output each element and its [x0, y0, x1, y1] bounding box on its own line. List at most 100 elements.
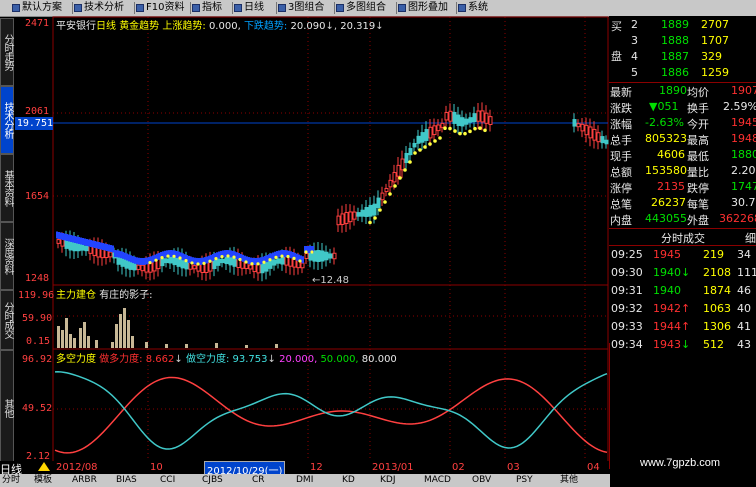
candle-body — [588, 126, 593, 139]
tab-deep-info[interactable]: 深度资料 — [0, 222, 14, 290]
tab-other[interactable]: 其他 — [0, 350, 14, 465]
triangle-up-icon[interactable] — [38, 462, 50, 471]
menu-daily[interactable]: 日线 — [232, 1, 264, 15]
trade-row: 09:32 1942 ↑ 1063 40 — [609, 301, 756, 317]
trade-row: 09:30 1940 ↓ 2108 111 — [609, 265, 756, 281]
candle-body — [444, 112, 449, 121]
tab-intraday[interactable]: 分时走势 — [0, 18, 14, 86]
tab-obv[interactable]: OBV — [472, 474, 491, 487]
menu-3-chart[interactable]: 3图组合 — [276, 1, 324, 15]
candle-body — [272, 259, 277, 266]
menu-system[interactable]: 系统 — [456, 1, 488, 15]
candle-body — [316, 250, 321, 262]
tab-tick-trades[interactable]: 分时成交 — [0, 290, 14, 350]
candle-body — [144, 263, 149, 273]
volume-bar — [95, 340, 98, 348]
period-label: 日线 — [96, 21, 116, 32]
tab-intraday-bottom[interactable]: 分时 — [2, 474, 20, 487]
tab-cci[interactable]: CCI — [160, 474, 175, 487]
chart-canvas[interactable] — [15, 16, 609, 474]
calendar-icon — [234, 4, 242, 12]
candle-body — [160, 257, 165, 267]
candle-body — [452, 111, 457, 124]
tab-cr[interactable]: CR — [252, 474, 265, 487]
trend-dot — [398, 176, 402, 180]
date-tick-label: 03 — [507, 462, 520, 473]
trend-dot — [256, 262, 260, 266]
tab-basic-info[interactable]: 基本资料 — [0, 154, 14, 222]
menu-label: 图形叠加 — [408, 2, 448, 13]
tab-label: 分时走势 — [2, 34, 13, 70]
menu-label: 3图组合 — [288, 2, 325, 13]
menu-tech-analysis[interactable]: 技术分析 — [72, 1, 124, 15]
candle-body — [476, 110, 481, 122]
tab-dmi[interactable]: DMI — [296, 474, 313, 487]
menu-label: 技术分析 — [84, 2, 124, 13]
menu-multi-chart[interactable]: 多图组合 — [334, 1, 386, 15]
bid-level: 3 — [631, 34, 638, 47]
candle-body — [372, 203, 377, 216]
indicator-sub-label: 有庄的影子: — [99, 290, 153, 301]
candle-body — [488, 116, 493, 126]
trade-volume: 2108 — [703, 266, 731, 279]
volume-bar — [73, 338, 76, 348]
current-price-badge: 19.751 — [15, 117, 53, 130]
tab-macd[interactable]: MACD — [424, 474, 451, 487]
trade-count: 41 — [737, 320, 751, 333]
trades-header: 分时成交 细 — [609, 229, 756, 245]
candle-body — [80, 244, 85, 251]
candle-body — [576, 123, 581, 128]
trade-price: 1944 — [653, 320, 681, 333]
bid-level: 2 — [631, 18, 638, 31]
trend-dot — [438, 136, 442, 140]
candle-body — [424, 129, 429, 141]
candle-body — [192, 265, 197, 270]
trend-dot — [160, 256, 164, 260]
level-20: 20.000, — [279, 354, 318, 365]
volume-bar — [127, 320, 130, 348]
main-panel-title: 平安银行日线 黄金趋势 上涨趋势: 0.000, 下跌趋势: 20.090↓, … — [56, 21, 384, 32]
trades-header-label: 分时成交 — [661, 232, 705, 245]
low-price-label: ←12.48 — [312, 275, 350, 286]
candle-body — [480, 110, 485, 123]
trend-dot — [433, 139, 437, 143]
level-80: 80.000 — [361, 354, 397, 365]
quote-label: 最低 — [687, 150, 709, 163]
volume-bar — [119, 314, 122, 348]
trade-time: 09:34 — [611, 338, 643, 351]
trades-detail-label[interactable]: 细 — [745, 230, 756, 246]
date-tick-label: 2013/01 — [372, 462, 414, 473]
menu-f10[interactable]: F10资料 — [134, 1, 184, 15]
trend-dot — [368, 220, 372, 225]
trade-volume: 1874 — [703, 284, 731, 297]
quote-value: ▼051 — [649, 100, 679, 113]
grid-icon — [336, 4, 344, 12]
tab-other-bottom[interactable]: 其他 — [560, 474, 578, 487]
trend-dot — [268, 258, 272, 262]
candle-body — [56, 239, 61, 244]
trend-dot — [280, 254, 284, 258]
tab-cjbs[interactable]: CJBS — [202, 474, 223, 487]
date-tick-label: 10 — [150, 462, 163, 473]
menu-overlay[interactable]: 图形叠加 — [396, 1, 448, 15]
candle-body — [332, 252, 337, 260]
tab-bias[interactable]: BIAS — [116, 474, 137, 487]
tab-kd[interactable]: KD — [342, 474, 355, 487]
menu-default-scheme[interactable]: 默认方案 — [10, 1, 62, 15]
watermark-text: www.7gpzb.com — [640, 457, 721, 469]
tab-tech-analysis[interactable]: 技术分析 — [0, 86, 14, 154]
tab-template[interactable]: 模板 — [34, 474, 52, 487]
candle-body — [136, 264, 141, 270]
divider — [609, 245, 756, 246]
menu-label: 多图组合 — [346, 2, 386, 13]
menu-label: 默认方案 — [22, 2, 62, 13]
quote-value: 30.7 — [731, 196, 756, 209]
main-panel-border — [52, 16, 609, 286]
tab-kdj[interactable]: KDJ — [380, 474, 396, 487]
low-price-value: 12.48 — [320, 275, 350, 286]
trade-row: 09:31 1940 1874 46 — [609, 283, 756, 299]
quote-label: 现手 — [610, 150, 632, 163]
tab-arbr[interactable]: ARBR — [72, 474, 97, 487]
menu-indicator[interactable]: 指标 — [190, 1, 222, 15]
tab-psy[interactable]: PSY — [516, 474, 533, 487]
